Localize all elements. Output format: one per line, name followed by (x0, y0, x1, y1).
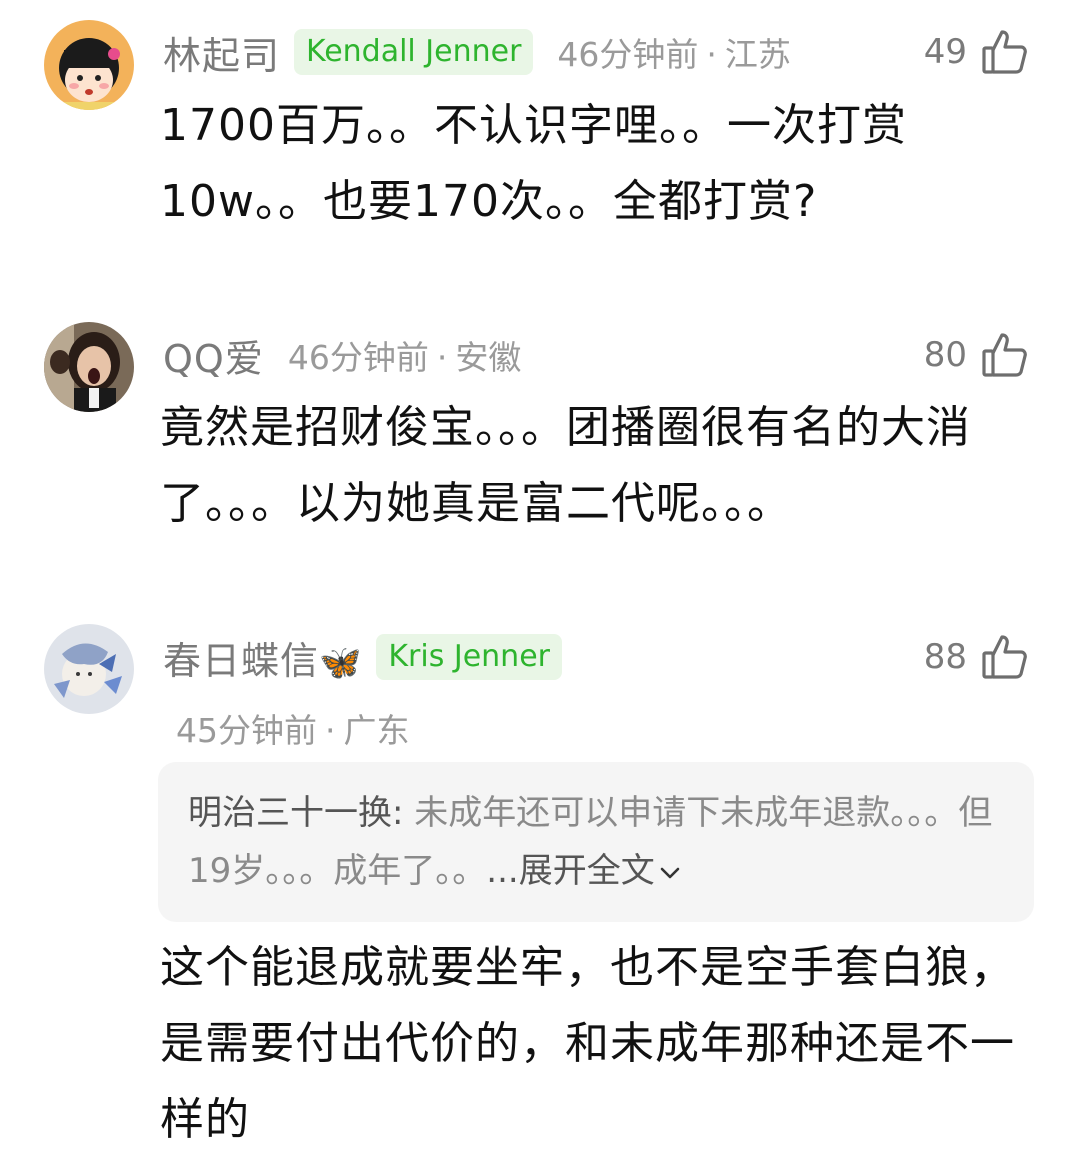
thumbs-up-icon (982, 30, 1027, 74)
like-count: 49 (923, 32, 967, 72)
user-avatar[interactable] (44, 20, 134, 110)
comment-location: 安徽 (455, 338, 522, 377)
quoted-reply-text: 明治三十一换: 未成年还可以申请下未成年退款。。。但19岁。。。成年了。。...… (188, 784, 1004, 900)
like-count: 88 (923, 637, 967, 677)
comment-location: 广东 (343, 711, 410, 750)
fan-badge[interactable]: Kendall Jenner (294, 29, 534, 75)
comment-text: 1700百万。。不认识字哩。。一次打赏10w。。也要170次。。全都打赏? (160, 100, 907, 227)
like-button[interactable]: 80 (924, 327, 1029, 383)
butterfly-emoji: 🦋 (319, 642, 363, 683)
comment-text: 竟然是招财俊宝。。。团播圈很有名的大消了。。。以为她真是富二代呢。。。 (160, 402, 971, 529)
like-button[interactable]: 88 (924, 629, 1029, 685)
fan-badge[interactable]: Kris Jenner (376, 634, 562, 680)
comment-meta: 45分钟前 · 广东 (176, 704, 410, 752)
thumbs-up-icon (982, 333, 1027, 377)
user-avatar[interactable] (44, 624, 134, 714)
like-count: 80 (923, 335, 967, 375)
comment-location: 江苏 (724, 35, 791, 74)
username[interactable]: QQ爱 (163, 328, 264, 383)
thumbs-up-icon (982, 635, 1027, 679)
chevron-down-icon (660, 867, 680, 878)
username[interactable]: 春日蝶信🦋 (163, 630, 362, 685)
like-button[interactable]: 49 (924, 24, 1029, 80)
comment-time: 46分钟前 (557, 35, 699, 74)
meta-separator: · (436, 338, 448, 377)
username-text: 春日蝶信 (163, 638, 320, 683)
comment-meta: 46分钟前 · 江苏 (557, 28, 791, 76)
expand-label: ...展开全文 (486, 851, 655, 891)
quoted-reply-author[interactable]: 明治三十一换: (188, 793, 403, 833)
comment-time: 46分钟前 (287, 338, 429, 377)
expand-full-text-link[interactable]: ...展开全文 (486, 851, 682, 891)
user-avatar[interactable] (44, 322, 134, 412)
comment-text: 这个能退成就要坐牢，也不是空手套白狼，是需要付出代价的，和未成年那种还是不一样的 (160, 942, 1015, 1145)
quoted-reply[interactable]: 明治三十一换: 未成年还可以申请下未成年退款。。。但19岁。。。成年了。。...… (158, 762, 1034, 922)
username[interactable]: 林起司 (163, 25, 280, 80)
meta-separator: · (325, 711, 336, 750)
comment-meta: 46分钟前 · 安徽 (288, 331, 522, 379)
comment-time: 45分钟前 (176, 711, 317, 750)
meta-separator: · (706, 35, 717, 74)
